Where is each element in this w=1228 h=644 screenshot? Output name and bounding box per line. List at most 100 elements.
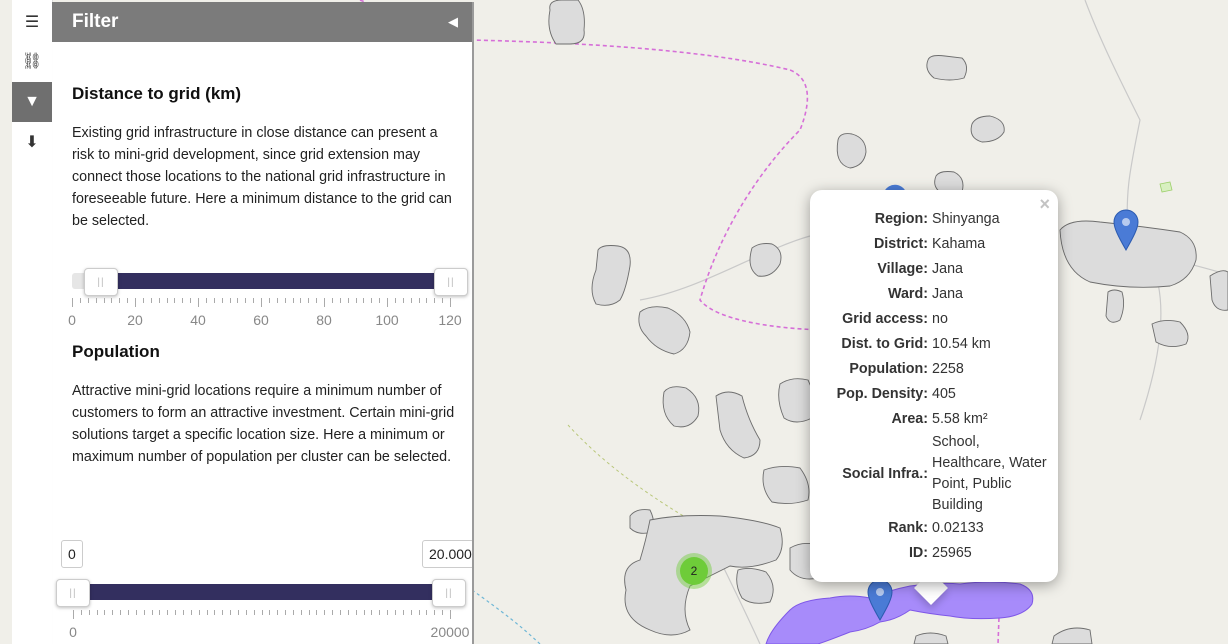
population-tick: [253, 610, 255, 615]
population-tick: [316, 610, 318, 615]
distance-tick: [190, 298, 192, 303]
info-key: ID:: [908, 545, 928, 561]
distance-tick-label: 20: [127, 312, 143, 328]
info-value: Kahama: [932, 236, 986, 252]
distance-tick: [158, 298, 160, 303]
population-min-input[interactable]: 0: [61, 540, 83, 568]
distance-tick: [363, 298, 365, 303]
population-tick: [230, 610, 232, 615]
population-max-input[interactable]: 20.000: [422, 540, 472, 568]
population-tick: [167, 610, 169, 615]
distance-tick: [394, 298, 396, 303]
panel-header: Filter ◀: [52, 2, 472, 42]
info-value: Jana: [932, 261, 964, 277]
population-tick: [371, 610, 373, 615]
info-key: Social Infra.:: [842, 465, 928, 482]
population-tick: [214, 610, 216, 615]
population-tick: [324, 610, 326, 615]
info-row: Region: Shinyanga: [810, 207, 1052, 232]
population-tick: [151, 610, 153, 615]
info-key: Population:: [849, 361, 928, 377]
distance-tick: [198, 298, 199, 307]
population-tick: [120, 610, 122, 615]
distance-tick: [166, 298, 168, 303]
distance-tick: [174, 298, 176, 303]
population-tick: [300, 610, 302, 615]
distance-tick: [426, 298, 428, 303]
population-tick: [190, 610, 192, 615]
info-key: Dist. to Grid:: [841, 336, 928, 352]
population-tick: [387, 610, 389, 615]
distance-tick: [371, 298, 373, 303]
distance-tick: [418, 298, 420, 303]
distance-min-handle[interactable]: ||: [84, 268, 118, 296]
distance-tick-label: 80: [316, 312, 332, 328]
population-tick-min: 0: [69, 624, 77, 640]
distance-tick: [135, 298, 136, 307]
population-tick: [182, 610, 184, 615]
distance-tick: [355, 298, 357, 303]
distance-tick: [245, 298, 247, 303]
info-row: Rank: 0.02133: [810, 516, 1052, 541]
distance-slider[interactable]: || || 0 20 40 60 80 100 120: [52, 266, 472, 336]
distance-tick: [450, 298, 451, 307]
population-tick: [159, 610, 161, 615]
population-max-handle[interactable]: ||: [432, 579, 466, 607]
marker-cluster[interactable]: 2: [676, 553, 712, 589]
menu-icon[interactable]: ☰: [12, 2, 52, 42]
distance-tick: [182, 298, 184, 303]
info-value: 405: [932, 386, 956, 402]
info-value: 10.54 km: [932, 336, 991, 352]
distance-description: Existing grid infrastructure in close di…: [72, 125, 452, 229]
distance-tick: [95, 298, 97, 303]
population-slider[interactable]: || || 0 20000: [52, 578, 472, 644]
link-icon[interactable]: ⛓: [12, 41, 52, 81]
population-tick: [292, 610, 294, 615]
info-key: Pop. Density:: [836, 386, 928, 402]
info-value: Jana: [932, 286, 964, 302]
distance-tick-label: 120: [438, 312, 462, 328]
population-tick: [96, 610, 98, 615]
distance-tick: [347, 298, 349, 303]
population-tick: [206, 610, 208, 615]
population-tick: [73, 610, 74, 619]
info-key: Area:: [891, 411, 928, 427]
population-tick: [332, 610, 334, 615]
population-tick: [222, 610, 224, 615]
info-key: District:: [873, 236, 928, 252]
population-min-handle[interactable]: ||: [56, 579, 90, 607]
population-title: Population: [72, 342, 160, 361]
distance-tick: [205, 298, 207, 303]
distance-slider-range: [100, 273, 434, 289]
info-value: Shinyanga: [932, 211, 1000, 227]
population-tick: [308, 610, 310, 615]
distance-tick: [87, 298, 89, 303]
distance-tick: [379, 298, 381, 303]
distance-tick: [442, 298, 444, 303]
population-tick: [112, 610, 114, 615]
population-tick: [426, 610, 428, 615]
population-tick: [80, 610, 82, 615]
distance-tick: [300, 298, 302, 303]
info-value: 25965: [932, 545, 972, 561]
population-tick: [347, 610, 349, 615]
population-tick: [245, 610, 247, 615]
sidebar-tabs: ☰ ⛓ ▼ ⬇: [12, 0, 53, 644]
population-tick: [410, 610, 412, 615]
distance-tick: [268, 298, 270, 303]
distance-tick: [221, 298, 223, 303]
population-tick: [261, 610, 263, 615]
distance-tick: [229, 298, 231, 303]
info-row: Population: 2258: [810, 357, 1052, 382]
filter-icon[interactable]: ▼: [12, 82, 52, 122]
download-icon[interactable]: ⬇: [12, 122, 52, 162]
population-tick: [104, 610, 106, 615]
population-tick: [135, 610, 137, 615]
distance-max-handle[interactable]: ||: [434, 268, 468, 296]
distance-tick-label: 40: [190, 312, 206, 328]
collapse-icon[interactable]: ◀: [448, 14, 458, 30]
population-tick: [395, 610, 397, 615]
distance-tick: [119, 298, 121, 303]
population-tick: [237, 610, 239, 615]
info-row: Social Infra.: School, Healthcare, Water …: [810, 432, 1052, 516]
